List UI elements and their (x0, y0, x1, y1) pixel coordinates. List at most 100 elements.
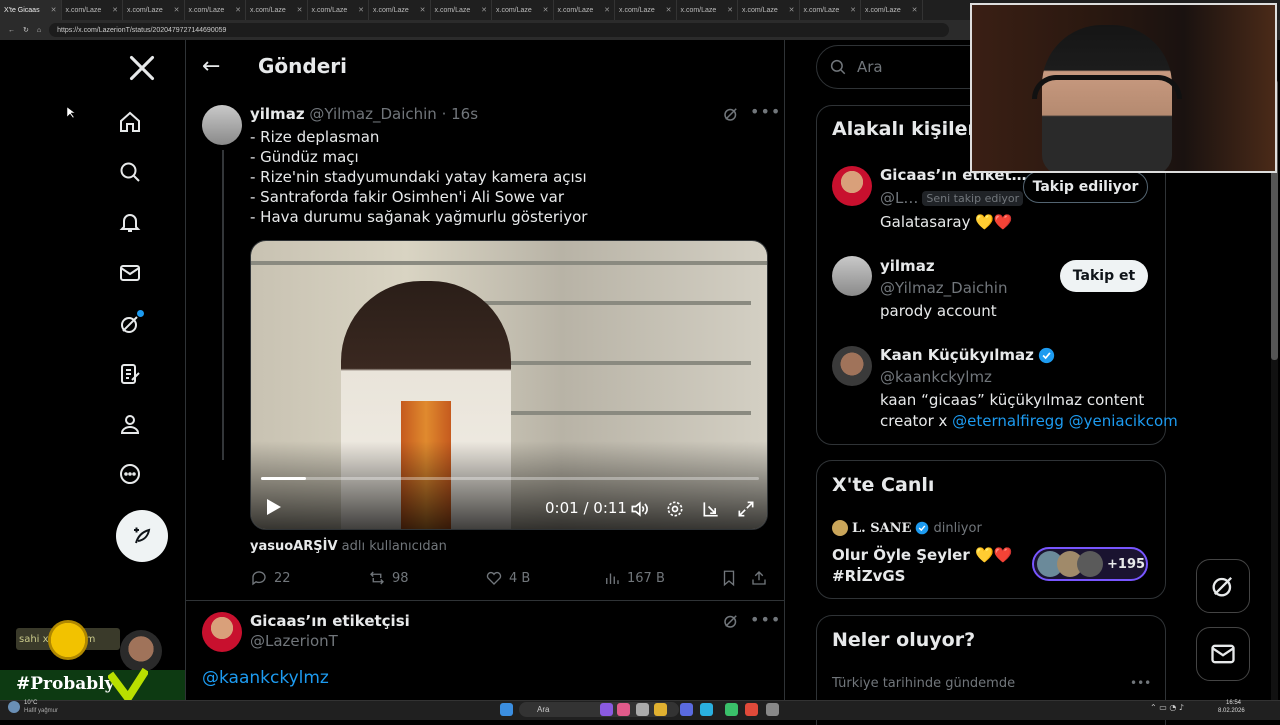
browser-tab[interactable]: x.com/Laze ✕ (185, 0, 246, 20)
more-options-icon[interactable]: ••• (750, 610, 781, 629)
taskbar-app-icon[interactable] (617, 703, 630, 716)
grok-icon[interactable] (116, 310, 144, 338)
space-hashtag[interactable]: #RİZvGS (832, 567, 905, 585)
taskbar-app-icon[interactable] (745, 703, 758, 716)
close-icon[interactable]: ✕ (358, 6, 364, 14)
weather-temp[interactable]: 10°C (24, 700, 37, 706)
repost-button[interactable]: 98 (368, 569, 409, 587)
chrome-icon[interactable] (725, 703, 738, 716)
video-progress-track[interactable] (261, 477, 759, 480)
home-icon[interactable] (116, 108, 144, 136)
source-user[interactable]: yasuoARŞİV (250, 539, 338, 554)
browser-tab[interactable]: x.com/Laze ✕ (431, 0, 492, 20)
close-icon[interactable]: ✕ (51, 6, 57, 14)
close-icon[interactable]: ✕ (604, 6, 610, 14)
close-icon[interactable]: ✕ (850, 6, 856, 14)
video-player[interactable]: 0:01 / 0:11 (250, 240, 768, 530)
clock-date[interactable]: 8.02.2026 (1218, 708, 1245, 714)
grok-icon[interactable] (722, 612, 742, 632)
views-button[interactable]: 167 B (603, 569, 665, 587)
browser-tab[interactable]: x.com/Laze ✕ (123, 0, 185, 20)
edge-icon[interactable] (700, 703, 713, 716)
following-button[interactable]: Takip ediliyor (1023, 171, 1148, 203)
close-icon[interactable]: ✕ (543, 6, 549, 14)
settings-gear-icon[interactable] (766, 703, 779, 716)
browser-tab-active[interactable]: X'te Gicaas ✕ (0, 0, 62, 20)
task-view-icon[interactable] (636, 703, 649, 716)
share-button[interactable] (750, 569, 768, 587)
close-icon[interactable]: ✕ (912, 6, 918, 14)
windows-start-icon[interactable] (500, 703, 513, 716)
fullscreen-icon[interactable] (736, 499, 756, 519)
grok-fab-button[interactable] (1196, 559, 1250, 613)
live-listeners-pill[interactable]: +195 (1032, 547, 1148, 581)
follow-button[interactable]: Takip et (1060, 260, 1148, 292)
profile-icon[interactable] (116, 410, 144, 438)
more-options-icon[interactable]: ••• (750, 102, 781, 121)
browser-tab[interactable]: x.com/Laze ✕ (615, 0, 677, 20)
browser-tab[interactable]: x.com/Laze ✕ (738, 0, 800, 20)
avatar[interactable] (202, 105, 242, 145)
browser-tab[interactable]: x.com/Laze ✕ (677, 0, 738, 20)
bio-link[interactable]: @eternalfiregg (952, 412, 1064, 430)
author-handle[interactable]: @Yilmaz_Daichin (309, 105, 436, 123)
reply-author-handle[interactable]: @LazerionT (250, 632, 338, 650)
close-icon[interactable]: ✕ (420, 6, 426, 14)
avatar[interactable] (832, 256, 872, 296)
like-button[interactable]: 4 B (485, 569, 530, 587)
person-handle[interactable]: @Yilmaz_Daichin (880, 279, 1007, 297)
close-icon[interactable]: ✕ (235, 6, 241, 14)
close-icon[interactable]: ✕ (481, 6, 487, 14)
bio-link[interactable]: @yeniacikcom (1069, 412, 1178, 430)
close-icon[interactable]: ✕ (297, 6, 303, 14)
person-name[interactable]: yilmaz (880, 257, 935, 275)
browser-tab[interactable]: x.com/Laze ✕ (246, 0, 308, 20)
lists-icon[interactable] (116, 360, 144, 388)
post-time[interactable]: · 16s (442, 105, 478, 123)
close-icon[interactable]: ✕ (666, 6, 672, 14)
live-host[interactable]: L. SANE (852, 521, 911, 536)
avatar[interactable] (202, 612, 242, 652)
mail-icon[interactable] (116, 259, 144, 287)
compose-post-button[interactable] (116, 510, 168, 562)
avatar[interactable] (832, 166, 872, 206)
person-handle[interactable]: @L… (880, 189, 918, 207)
browser-tab[interactable]: x.com/Laze ✕ (62, 0, 123, 20)
folder-icon[interactable] (654, 703, 667, 716)
address-field[interactable]: https://x.com/LazerionT/status/202047972… (49, 23, 950, 37)
more-options-icon[interactable]: ••• (1130, 676, 1151, 690)
browser-tab[interactable]: x.com/Laze ✕ (308, 0, 369, 20)
bell-icon[interactable] (116, 208, 144, 236)
settings-gear-icon[interactable] (665, 499, 685, 519)
author-name[interactable]: yilmaz (250, 105, 305, 123)
reply-button[interactable]: 22 (250, 569, 291, 587)
close-icon[interactable]: ✕ (727, 6, 733, 14)
space-title[interactable]: Olur Öyle Şeyler 💛❤️ (832, 546, 1012, 564)
more-icon[interactable] (116, 460, 144, 488)
taskbar-app-icon[interactable] (600, 703, 613, 716)
close-icon[interactable]: ✕ (112, 6, 118, 14)
browser-tab[interactable]: x.com/Laze ✕ (800, 0, 861, 20)
person-name[interactable]: Kaan Küçükyılmaz (880, 346, 1034, 364)
avatar[interactable] (832, 346, 872, 386)
play-icon[interactable] (265, 497, 283, 517)
reload-icon[interactable]: ↻ (23, 26, 29, 34)
grok-icon[interactable] (722, 105, 742, 125)
home-icon[interactable]: ⌂ (37, 27, 41, 34)
person-handle[interactable]: @kaankckylmz (880, 368, 992, 386)
tray-icons[interactable]: ⌃ ▭ ◔ ♪ (1150, 703, 1210, 715)
messages-fab-button[interactable] (1196, 627, 1250, 681)
browser-tab[interactable]: x.com/Laze ✕ (554, 0, 615, 20)
x-logo-icon[interactable] (128, 54, 156, 82)
reply-author-name[interactable]: Gicaas’ın etiketçisi (250, 612, 410, 630)
volume-icon[interactable] (629, 499, 649, 519)
browser-tab[interactable]: x.com/Laze ✕ (861, 0, 923, 20)
close-icon[interactable]: ✕ (789, 6, 795, 14)
picture-in-picture-icon[interactable] (701, 499, 721, 519)
clock-time[interactable]: 16:54 (1226, 700, 1241, 706)
back-arrow-icon[interactable]: ← (202, 54, 224, 79)
search-icon[interactable] (116, 158, 144, 186)
bookmark-button[interactable] (720, 569, 738, 587)
back-arrow-icon[interactable]: ← (8, 27, 15, 34)
discord-icon[interactable] (680, 703, 693, 716)
